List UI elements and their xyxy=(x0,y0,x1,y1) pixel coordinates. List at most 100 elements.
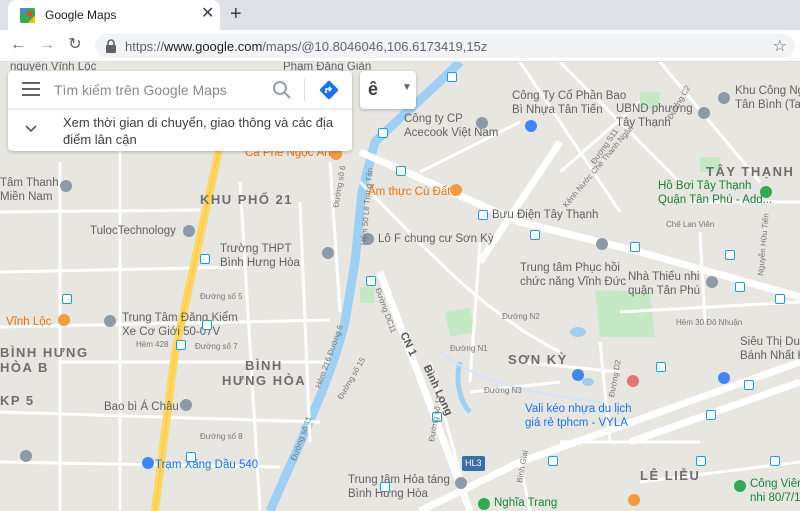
poi-am-thuc[interactable]: Ẩm thực Cù Đất xyxy=(368,185,450,199)
new-tab-button[interactable]: + xyxy=(230,4,242,24)
search-input[interactable] xyxy=(54,80,254,100)
factory-icon[interactable] xyxy=(718,92,730,104)
poi-hoa-tang[interactable]: Trung tâm Hỏa táng Bình Hưng Hòa xyxy=(348,473,450,501)
search-divider xyxy=(304,79,305,101)
place-icon[interactable] xyxy=(20,450,32,462)
poi-khu-cong-nghiep[interactable]: Khu Công Nghiệp Tân Bình (Tanime xyxy=(735,84,800,112)
shopping-bag-icon[interactable] xyxy=(572,369,584,381)
bus-stop-icon[interactable] xyxy=(656,362,666,372)
area-label-binh: BÌNH xyxy=(245,358,283,373)
forward-arrow-icon[interactable]: → xyxy=(37,35,57,55)
bookmark-star-icon[interactable]: ☆ xyxy=(773,36,787,56)
poi-nghia-trang[interactable]: Nghĩa Trang xyxy=(494,496,557,510)
poi-sieu-thi-line2: Bánh Nhất Hư xyxy=(740,350,800,362)
poi-cong-vien[interactable]: Công Viên nhi 80/7/1 xyxy=(750,477,800,505)
bus-stop-icon[interactable] xyxy=(744,380,754,390)
bus-stop-icon[interactable] xyxy=(186,452,196,462)
input-tools-button[interactable]: ê ▼ xyxy=(360,71,416,109)
menu-icon[interactable] xyxy=(22,82,40,96)
bus-stop-icon[interactable] xyxy=(775,294,785,304)
poi-truong-thpt[interactable]: Trường THPT Bình Hưng Hòa xyxy=(220,242,300,270)
area-label-khu-pho-21: KHU PHỐ 21 xyxy=(200,192,294,207)
address-bar[interactable]: https://www.google.com/maps/@10.8046046,… xyxy=(95,34,795,58)
school-icon[interactable] xyxy=(322,247,334,259)
hospital-icon[interactable] xyxy=(627,375,639,387)
reload-icon[interactable]: ↻ xyxy=(65,35,85,55)
poi-nha-thieu-nhi[interactable]: Nhà Thiếu nhi quận Tân Phú xyxy=(628,270,700,298)
search-box xyxy=(8,71,352,109)
input-tools-label: ê xyxy=(368,79,379,99)
poi-vali-line2: giá rẻ tphcm - VYLA xyxy=(525,417,628,429)
poi-truong-thpt-line2: Bình Hưng Hòa xyxy=(220,257,300,269)
poi-trung-tam-dang-kiem[interactable]: Trung Tâm Đăng Kiểm Xe Cơ Giới 50-07V xyxy=(122,311,238,339)
poi-tram-xang[interactable]: Trạm Xăng Dầu 540 xyxy=(155,458,258,472)
poi-hoa-tang-line1: Trung tâm Hỏa táng xyxy=(348,474,450,486)
bus-stop-icon[interactable] xyxy=(530,230,540,240)
close-tab-icon[interactable]: ✕ xyxy=(201,6,214,22)
restaurant-icon[interactable] xyxy=(58,314,70,326)
bus-stop-icon[interactable] xyxy=(770,456,780,466)
map-canvas[interactable]: KHU PHỐ 21 TÂY THẠNH BÌNH HƯNG HÒA SƠN K… xyxy=(0,62,800,511)
park-icon[interactable] xyxy=(734,480,746,492)
street-duong-n1: Đường N1 xyxy=(450,344,488,353)
nearby-info-panel[interactable]: Xem thời gian di chuyển, giao thông và c… xyxy=(8,109,352,151)
bus-stop-icon[interactable] xyxy=(202,320,212,330)
poi-acecook-line2: Acecook Việt Nam xyxy=(404,127,499,139)
chevron-down-icon[interactable] xyxy=(24,122,38,136)
bus-stop-icon[interactable] xyxy=(548,456,558,466)
caret-down-icon[interactable]: ▼ xyxy=(402,82,412,93)
bus-stop-icon[interactable] xyxy=(176,340,186,350)
poi-bao-bi-a-chau[interactable]: Bao bì Á Châu xyxy=(104,400,179,414)
poi-lo-f[interactable]: Lô F chung cư Sơn Kỳ xyxy=(378,232,494,246)
government-building-icon[interactable] xyxy=(698,107,710,119)
bus-stop-icon[interactable] xyxy=(396,166,406,176)
search-icon[interactable] xyxy=(272,80,292,100)
cemetery-icon[interactable] xyxy=(478,498,490,510)
restaurant-icon[interactable] xyxy=(628,494,640,506)
street-che-lan-vien: Chế Lan Viên xyxy=(666,220,715,229)
area-label-son-ky: SƠN KỲ xyxy=(508,352,568,367)
bus-stop-icon[interactable] xyxy=(378,128,388,138)
back-arrow-icon[interactable]: ← xyxy=(8,35,28,55)
bus-stop-icon[interactable] xyxy=(380,482,390,492)
medical-icon[interactable] xyxy=(596,238,608,250)
street-duong-n3: Đường N3 xyxy=(484,386,522,395)
poi-vali[interactable]: Vali kéo nhựa du lịch giá rẻ tphcm - VYLA xyxy=(525,402,632,430)
poi-vinh-loc[interactable]: Vĩnh Lộc xyxy=(6,315,51,329)
poi-tuloc[interactable]: TulocTechnology xyxy=(90,224,176,238)
business-icon[interactable] xyxy=(183,225,195,237)
landmark-icon[interactable] xyxy=(455,477,467,489)
restaurant-icon[interactable] xyxy=(450,184,462,196)
directions-icon[interactable] xyxy=(318,79,340,101)
bus-stop-icon[interactable] xyxy=(696,456,706,466)
bus-stop-icon[interactable] xyxy=(447,72,457,82)
poi-sieu-thi[interactable]: Siêu Thị Dung Bánh Nhất Hư xyxy=(740,335,800,363)
poi-cong-ty-bao-bi-line1: Công Ty Cổ Phần Bao xyxy=(512,90,627,102)
area-label-hung-hoa: HƯNG HÒA xyxy=(222,373,307,388)
bus-stop-icon[interactable] xyxy=(478,210,488,220)
gas-station-icon[interactable] xyxy=(142,457,154,469)
poi-vali-line1: Vali kéo nhựa du lịch xyxy=(525,403,632,415)
shopping-bag-icon[interactable] xyxy=(525,120,537,132)
bus-stop-icon[interactable] xyxy=(62,294,72,304)
museum-icon[interactable] xyxy=(706,276,718,288)
business-icon[interactable] xyxy=(180,399,192,411)
bus-stop-icon[interactable] xyxy=(725,250,735,260)
bus-stop-icon[interactable] xyxy=(366,276,376,286)
shopping-bag-icon[interactable] xyxy=(718,372,730,384)
business-icon[interactable] xyxy=(104,315,116,327)
pool-icon[interactable] xyxy=(760,186,772,198)
poi-tam-thanh[interactable]: Tâm Thanh Miền Nam xyxy=(0,176,59,204)
poi-cong-ty-bao-bi[interactable]: Công Ty Cổ Phần Bao Bì Nhựa Tân Tiến xyxy=(512,89,626,117)
factory-icon[interactable] xyxy=(476,117,488,129)
browser-tab[interactable]: Google Maps ✕ xyxy=(8,0,220,30)
bus-stop-icon[interactable] xyxy=(706,410,716,420)
street-duong-so-5: Đường số 5 xyxy=(200,292,243,301)
museum-icon[interactable] xyxy=(60,180,72,192)
bus-stop-icon[interactable] xyxy=(200,254,210,264)
bus-stop-icon[interactable] xyxy=(735,282,745,292)
poi-trung-tam-phuc-hoi[interactable]: Trung tâm Phục hồi chức năng Vĩnh Đức xyxy=(520,261,626,289)
poi-buu-dien[interactable]: Bưu Điện Tây Thạnh xyxy=(492,208,598,222)
poi-ho-boi[interactable]: Hồ Bơi Tây Thạnh Quận Tân Phú - Add... xyxy=(658,179,772,207)
bus-stop-icon[interactable] xyxy=(630,242,640,252)
